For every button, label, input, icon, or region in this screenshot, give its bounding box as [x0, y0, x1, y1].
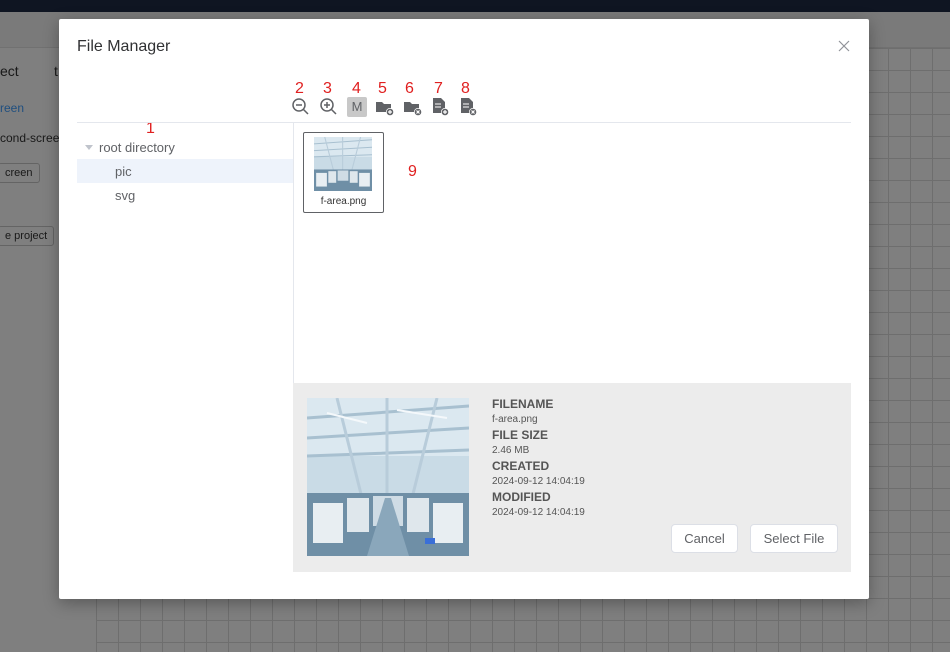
filename-value: f-area.png [492, 414, 538, 425]
created-label: CREATED [492, 459, 550, 473]
directory-tree: root directory pic svg [77, 137, 293, 207]
add-file-icon[interactable] [431, 97, 451, 117]
zoom-out-icon[interactable] [291, 97, 311, 117]
filesize-value: 2.46 MB [492, 445, 530, 456]
select-file-button[interactable]: Select File [750, 524, 838, 553]
cancel-button[interactable]: Cancel [671, 524, 738, 553]
tree-root-node[interactable]: root directory [77, 137, 293, 159]
file-thumbnail [314, 137, 372, 191]
file-detail-panel: FILENAME f-area.png FILE SIZE 2.46 MB CR… [293, 383, 851, 572]
created-value: 2024-09-12 14:04:19 [492, 476, 585, 487]
annotation-number: 5 [378, 80, 387, 97]
close-icon[interactable] [837, 39, 851, 53]
annotation-number: 7 [434, 80, 443, 97]
tree-item-label: svg [115, 188, 136, 203]
modified-value: 2024-09-12 14:04:19 [492, 507, 585, 518]
dialog-title: File Manager [77, 38, 171, 55]
delete-file-icon[interactable] [459, 97, 479, 117]
file-preview [307, 398, 469, 556]
annotation-number: 4 [352, 80, 361, 97]
annotation-number: 2 [295, 80, 304, 97]
file-name: f-area.png [320, 196, 367, 207]
filename-label: FILENAME [492, 397, 554, 411]
annotation-number: 6 [405, 80, 414, 97]
zoom-in-icon[interactable] [319, 97, 339, 117]
tree-item-pic[interactable]: pic [77, 159, 293, 183]
annotation-number: 3 [323, 80, 332, 97]
tree-root-label: root directory [99, 140, 175, 155]
filesize-label: FILE SIZE [492, 428, 549, 442]
add-folder-icon[interactable] [375, 97, 395, 117]
tree-item-svg[interactable]: svg [77, 183, 293, 207]
tree-item-label: pic [115, 164, 132, 179]
m-mode-icon[interactable]: M [347, 97, 367, 117]
annotation-number: 8 [461, 80, 470, 97]
caret-down-icon[interactable] [85, 145, 93, 150]
modified-label: MODIFIED [492, 490, 551, 504]
file-item[interactable]: f-area.png [303, 132, 384, 213]
delete-folder-icon[interactable] [403, 97, 423, 117]
toolbar-divider [77, 122, 851, 123]
annotation-number: 9 [408, 163, 417, 180]
file-manager-dialog: File Manager 1 2 3 4 5 6 7 8 9 10 M [59, 19, 869, 599]
file-metadata: FILENAME f-area.png FILE SIZE 2.46 MB CR… [492, 397, 585, 521]
